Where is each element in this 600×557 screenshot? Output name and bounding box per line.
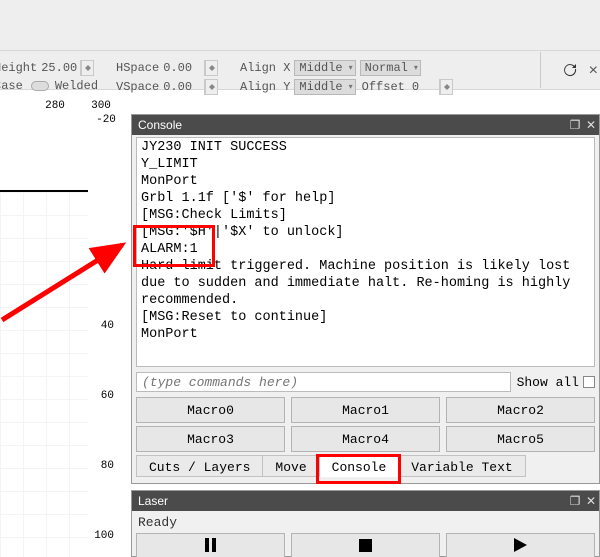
checkbox-icon [583,376,595,388]
stop-icon [359,539,372,556]
tick-label: -20 [96,114,116,126]
pause-button[interactable] [136,533,285,557]
refresh-icon[interactable] [562,62,578,78]
offset-label: Offset [362,80,405,94]
alignx-mode-value: Normal [365,61,408,75]
spinner-icon[interactable] [205,60,217,76]
panel-header: Console ❐ ✕ [132,115,599,135]
macro1-button[interactable]: Macro1 [291,397,440,423]
vspace-field: VSpace 0.00 [116,79,218,95]
tick-label: 80 [101,460,114,472]
aligny-field: Align Y Middle ▾ Offset 0 [240,79,453,95]
case-field: Case Welded [0,79,98,93]
chevron-down-icon: ▾ [349,82,353,92]
close-icon[interactable]: × [589,62,598,80]
bottom-tabs: Cuts / Layers Move Console Variable Text [136,455,595,479]
aligny-dropdown[interactable]: Middle ▾ [294,79,355,95]
toggle-icon[interactable] [31,81,49,91]
panel-title: Console [138,118,567,132]
console-output[interactable]: JY230 INIT SUCCESS Y_LIMIT MonPort Grbl … [136,137,595,367]
chevron-down-icon: ▾ [349,63,353,73]
panel-title: Laser [138,494,567,508]
detach-icon[interactable]: ❐ [567,118,583,132]
alignx-field: Align X Middle ▾ Normal ▾ [240,60,421,76]
welded-label: Welded [55,79,98,93]
close-icon[interactable]: ✕ [583,118,599,132]
macro5-button[interactable]: Macro5 [446,426,595,452]
tab-console[interactable]: Console [319,455,400,477]
hspace-value: 0.00 [163,61,192,75]
detach-icon[interactable]: ❐ [567,494,583,508]
alignx-dropdown[interactable]: Middle ▾ [294,60,355,76]
show-all-label: Show all [517,375,579,390]
tick-label: 40 [101,320,114,332]
console-input[interactable] [136,372,511,392]
tab-move[interactable]: Move [262,455,319,477]
spinner-icon[interactable] [81,60,93,76]
height-field: Height 25.00 [0,60,94,76]
alignx-mode-dropdown[interactable]: Normal ▾ [360,60,421,76]
macro0-button[interactable]: Macro0 [136,397,285,423]
tick-label: 20 [101,250,114,262]
pause-icon [205,538,216,556]
hspace-label: HSpace [116,61,159,75]
case-label: Case [0,79,23,93]
stop-button[interactable] [291,533,440,557]
alignx-label: Align X [240,61,290,75]
vspace-value: 0.00 [163,80,192,94]
tick-label: 100 [94,530,114,542]
height-value: 25.00 [41,61,77,75]
close-icon[interactable]: ✕ [583,494,599,508]
tick-label: 300 [91,100,111,112]
tab-cuts-layers[interactable]: Cuts / Layers [136,455,263,477]
height-label: Height [0,61,37,75]
hspace-field: HSpace 0.00 [116,60,218,76]
macro2-button[interactable]: Macro2 [446,397,595,423]
aligny-label: Align Y [240,80,290,94]
ruler-vertical: 20 40 60 80 100 [88,128,118,557]
tick-label: 280 [45,100,65,112]
tab-variable-text[interactable]: Variable Text [398,455,525,477]
laser-status: Ready [138,515,177,530]
panel-header: Laser ❐ ✕ [132,491,599,511]
spinner-icon[interactable] [440,79,452,95]
tick-label: 60 [101,390,114,402]
play-icon [514,538,527,556]
macro4-button[interactable]: Macro4 [291,426,440,452]
offset-value: 0 [412,80,419,94]
show-all-checkbox[interactable]: Show all [517,375,595,390]
play-button[interactable] [446,533,595,557]
aligny-value: Middle [299,80,342,94]
console-panel: Console ❐ ✕ JY230 INIT SUCCESS Y_LIMIT M… [131,114,600,484]
laser-panel: Laser ❐ ✕ Ready [131,490,600,557]
macro3-button[interactable]: Macro3 [136,426,285,452]
spinner-icon[interactable] [205,79,217,95]
chevron-down-icon: ▾ [414,63,418,73]
vspace-label: VSpace [116,80,159,94]
alignx-value: Middle [299,61,342,75]
